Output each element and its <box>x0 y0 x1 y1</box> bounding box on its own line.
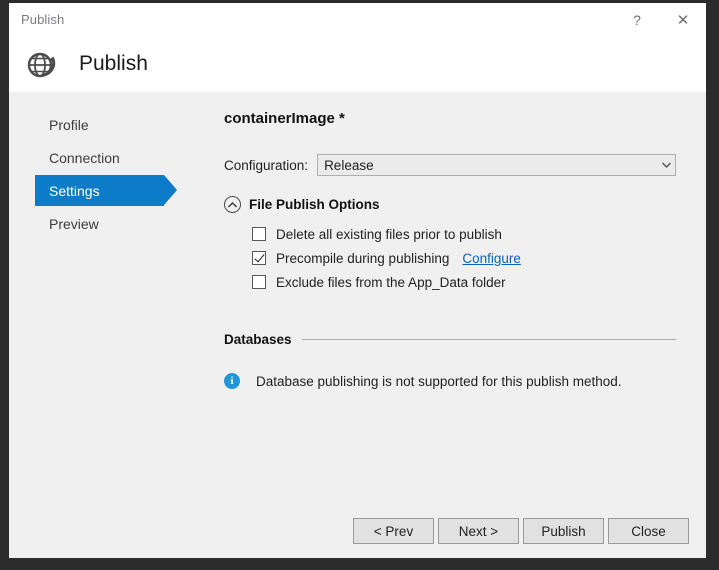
dialog-body: Profile Connection Settings Preview cont… <box>9 92 706 504</box>
configuration-select[interactable]: Release <box>317 154 676 176</box>
databases-message: Database publishing is not supported for… <box>256 373 622 389</box>
checkbox-row-exclude-appdata[interactable]: Exclude files from the App_Data folder <box>252 270 676 294</box>
sidebar-item-profile[interactable]: Profile <box>26 109 194 140</box>
profile-name: containerImage * <box>224 110 345 127</box>
checkbox-label: Delete all existing files prior to publi… <box>276 226 502 242</box>
sidebar-item-label: Preview <box>49 215 99 232</box>
dialog-header: Publish <box>9 36 706 92</box>
sidebar-item-label: Settings <box>49 182 100 199</box>
desktop-background: Publish ? ✕ Publish Profile Connection S… <box>0 0 719 570</box>
section-title: File Publish Options <box>249 197 380 212</box>
settings-panel: containerImage * Configuration: Release … <box>194 92 706 504</box>
title-bar: Publish ? ✕ <box>9 3 706 36</box>
prev-button[interactable]: < Prev <box>353 518 434 544</box>
page-title: Publish <box>79 52 148 75</box>
configuration-value: Release <box>324 157 374 173</box>
checkbox-row-delete-existing[interactable]: Delete all existing files prior to publi… <box>252 222 676 246</box>
dialog-footer: < Prev Next > Publish Close <box>9 504 706 558</box>
sidebar-item-preview[interactable]: Preview <box>26 208 194 239</box>
window-title: Publish <box>21 12 65 27</box>
help-icon[interactable]: ? <box>614 3 660 36</box>
configuration-label: Configuration: <box>224 157 309 173</box>
publish-button[interactable]: Publish <box>523 518 604 544</box>
sidebar-item-settings[interactable]: Settings <box>26 175 194 206</box>
sidebar-item-label: Connection <box>49 149 120 166</box>
checkbox-label: Exclude files from the App_Data folder <box>276 274 506 290</box>
file-publish-options-header[interactable]: File Publish Options <box>224 196 676 213</box>
sidebar-item-label: Profile <box>49 116 89 133</box>
databases-section-header: Databases <box>224 332 676 347</box>
checkbox-exclude-appdata[interactable] <box>252 275 266 289</box>
divider <box>301 339 676 340</box>
sidebar-arrow <box>164 175 177 205</box>
checkbox-precompile[interactable] <box>252 251 266 265</box>
globe-publish-icon <box>23 45 61 83</box>
sidebar: Profile Connection Settings Preview <box>9 92 194 504</box>
chevron-up-circle-icon[interactable] <box>224 196 241 213</box>
chevron-down-icon <box>657 162 675 168</box>
databases-title: Databases <box>224 332 292 347</box>
publish-dialog: Publish ? ✕ Publish Profile Connection S… <box>9 3 706 558</box>
sidebar-item-connection[interactable]: Connection <box>26 142 194 173</box>
next-button[interactable]: Next > <box>438 518 519 544</box>
close-button[interactable]: Close <box>608 518 689 544</box>
close-icon[interactable]: ✕ <box>660 3 706 36</box>
window-controls: ? ✕ <box>614 3 706 36</box>
databases-message-row: i Database publishing is not supported f… <box>224 373 676 389</box>
info-icon: i <box>224 373 240 389</box>
checkbox-delete-existing[interactable] <box>252 227 266 241</box>
configuration-row: Configuration: Release <box>224 154 676 176</box>
configure-link[interactable]: Configure <box>462 251 521 266</box>
checkbox-label: Precompile during publishing <box>276 250 450 266</box>
checkbox-row-precompile[interactable]: Precompile during publishing Configure <box>252 246 676 270</box>
